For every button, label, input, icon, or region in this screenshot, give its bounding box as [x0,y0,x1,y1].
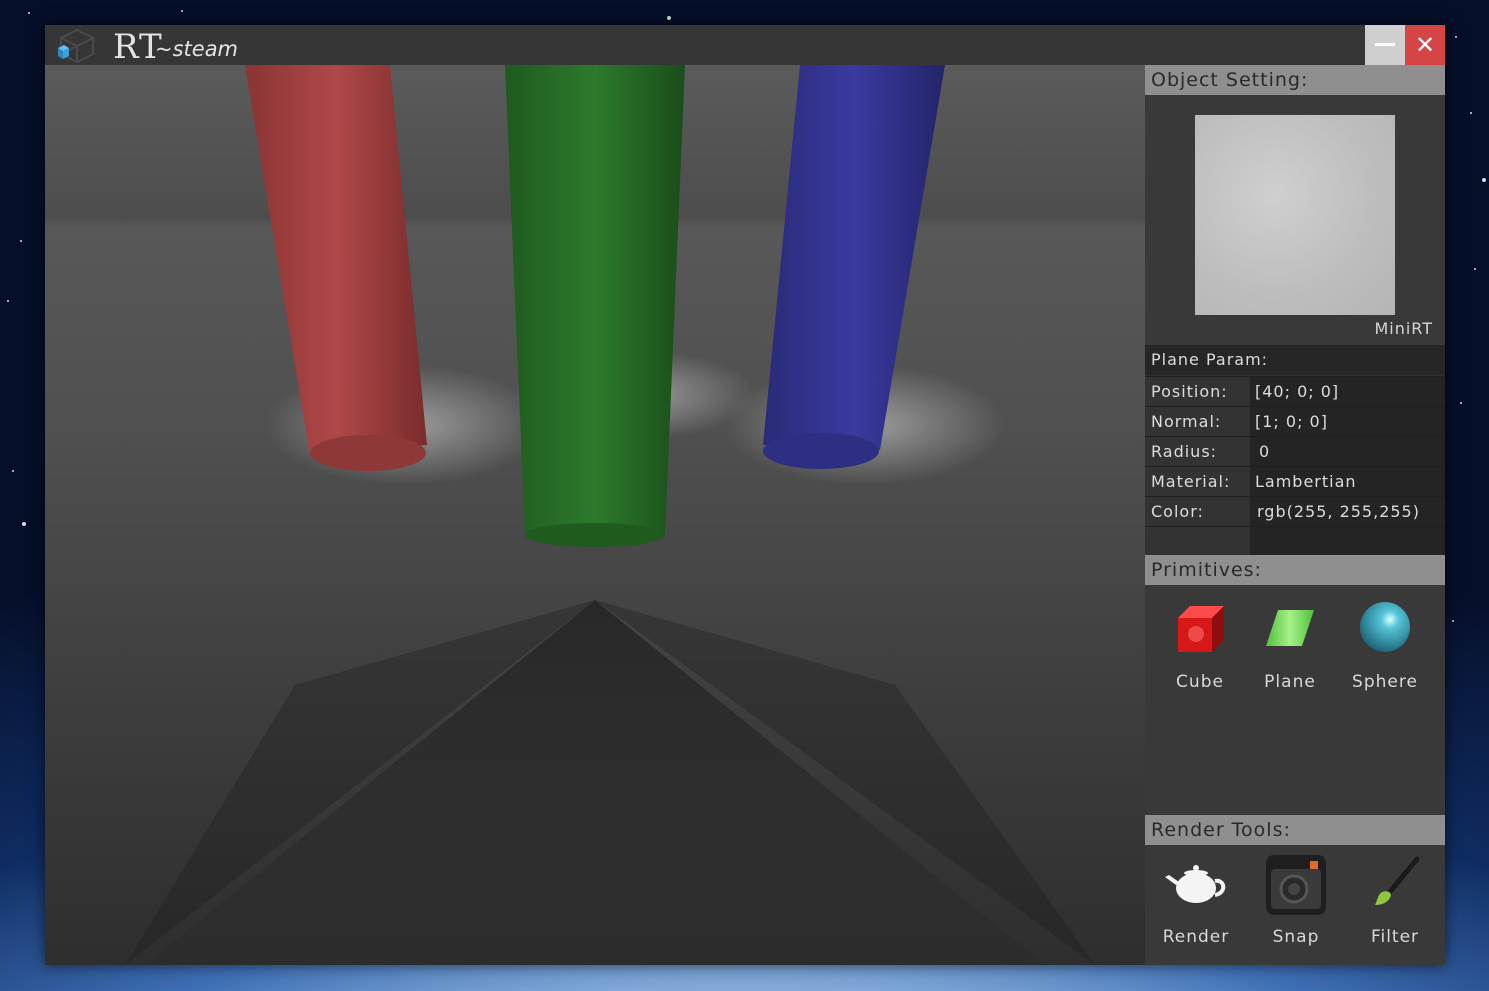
primitive-cube[interactable]: Cube [1160,600,1240,692]
app-logo-icon [58,28,94,63]
plane-param-title: Plane Param: [1145,345,1445,375]
param-row-color: Color: rgb(255, 255,255) [1145,496,1445,526]
param-key: Material: [1145,467,1249,496]
param-row-radius: Radius: 0 [1145,436,1445,466]
snap-button[interactable]: Snap [1256,855,1336,947]
param-key: Color: [1145,497,1249,526]
sphere-icon [1360,602,1410,652]
title-bar[interactable]: RT ~steam ✕ [45,25,1445,67]
position-value[interactable]: [40; 0; 0] [1250,377,1445,406]
param-key: Normal: [1145,407,1249,436]
render-viewport[interactable] [45,65,1145,965]
param-row-position: Position: [40; 0; 0] [1145,376,1445,406]
app-window: RT ~steam ✕ Object Setting: MiniRT Plane… [45,25,1445,965]
param-row-normal: Normal: [1; 0; 0] [1145,406,1445,436]
rendered-scene [125,65,1095,965]
param-key: Position: [1145,377,1249,406]
camera-icon [1266,855,1326,915]
render-tools-header: Render Tools: [1145,815,1445,845]
primitive-plane[interactable]: Plane [1250,600,1330,692]
radius-value[interactable]: 0 [1250,437,1445,466]
cube-icon [1178,606,1224,652]
side-panel: Object Setting: MiniRT Plane Param: Posi… [1145,65,1445,965]
tool-label: Render [1162,927,1230,947]
normal-value[interactable]: [1; 0; 0] [1250,407,1445,436]
object-preview-image [1195,115,1395,315]
color-value[interactable]: rgb(255, 255,255) [1250,497,1445,526]
preview-label: MiniRT [1374,319,1433,338]
tool-label: Filter [1370,927,1420,947]
primitives-header: Primitives: [1145,555,1445,585]
param-row-material: Material: Lambertian [1145,466,1445,496]
plane-icon [1266,610,1314,646]
primitives-section: Cube Plane Sphere [1145,585,1445,815]
teapot-icon [1165,865,1226,903]
close-button[interactable]: ✕ [1405,25,1445,65]
tool-label: Snap [1272,927,1320,947]
object-setting-header: Object Setting: [1145,65,1445,95]
app-subtitle: ~steam [155,37,239,61]
filter-button[interactable]: Filter [1355,855,1435,947]
primitive-label: Plane [1264,672,1316,692]
brush-icon [1375,856,1420,905]
render-button[interactable]: Render [1156,855,1236,947]
material-value[interactable]: Lambertian [1250,467,1445,496]
object-preview-section: MiniRT [1145,95,1445,345]
primitive-sphere[interactable]: Sphere [1345,600,1425,692]
param-key: Radius: [1145,437,1249,466]
minimize-button[interactable] [1365,25,1405,65]
render-tools-section: Render Snap Filter [1145,845,1445,965]
param-row-empty [1145,526,1445,556]
primitive-label: Sphere [1352,672,1418,692]
primitive-label: Cube [1176,672,1224,692]
